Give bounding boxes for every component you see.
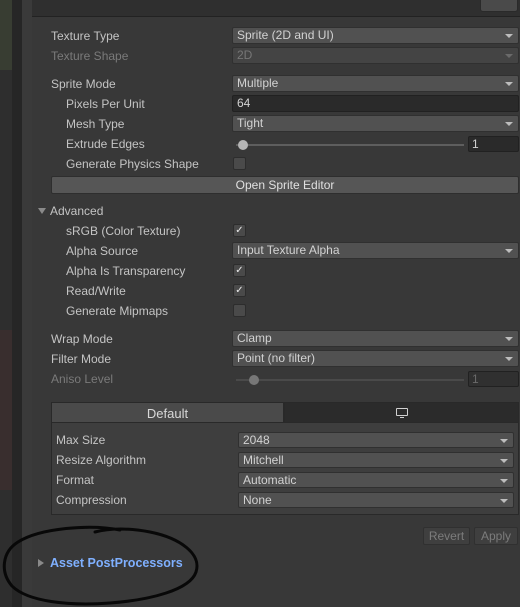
filter-mode-row: Filter Mode Point (no filter)	[0, 350, 520, 368]
sprite-mode-row: Sprite Mode Multiple	[0, 75, 520, 93]
sprite-mode-label: Sprite Mode	[51, 77, 116, 91]
chevron-down-icon	[500, 479, 508, 483]
alpha-source-dropdown[interactable]: Input Texture Alpha	[232, 242, 519, 259]
read-write-row: Read/Write ✓	[0, 282, 520, 300]
alpha-is-transparency-checkbox[interactable]: ✓	[233, 264, 246, 277]
inspector-header-strip	[32, 0, 520, 17]
max-size-row: Max Size 2048	[0, 431, 520, 449]
extrude-edges-field[interactable]: 1	[468, 136, 519, 152]
monitor-icon	[396, 408, 408, 416]
chevron-down-icon	[500, 459, 508, 463]
texture-type-row: Texture Type Sprite (2D and UI)	[0, 27, 520, 45]
chevron-down-icon	[505, 54, 513, 58]
texture-shape-dropdown: 2D	[232, 47, 519, 64]
alpha-source-value: Input Texture Alpha	[237, 243, 340, 257]
mesh-type-value: Tight	[237, 116, 264, 130]
advanced-foldout[interactable]: Advanced	[38, 202, 103, 220]
aniso-level-slider-handle	[249, 375, 260, 385]
extrude-edges-row: Extrude Edges 1	[0, 135, 520, 153]
apply-button[interactable]: Apply	[474, 527, 518, 545]
pixels-per-unit-row: Pixels Per Unit 64	[0, 95, 520, 113]
alpha-source-label: Alpha Source	[66, 244, 139, 258]
resize-algorithm-value: Mitchell	[243, 453, 284, 467]
generate-mipmaps-checkbox[interactable]	[233, 304, 246, 317]
compression-value: None	[243, 493, 272, 507]
texture-type-dropdown[interactable]: Sprite (2D and UI)	[232, 27, 519, 44]
wrap-mode-row: Wrap Mode Clamp	[0, 330, 520, 348]
hand-drawn-circle-annotation	[2, 525, 199, 606]
max-size-value: 2048	[243, 433, 270, 447]
read-write-checkbox[interactable]: ✓	[233, 284, 246, 297]
aniso-level-slider	[236, 379, 464, 381]
texture-type-label: Texture Type	[51, 29, 120, 43]
filter-mode-value: Point (no filter)	[237, 351, 316, 365]
resize-algorithm-dropdown[interactable]: Mitchell	[238, 452, 514, 468]
mesh-type-row: Mesh Type Tight	[0, 115, 520, 133]
generate-physics-shape-label: Generate Physics Shape	[66, 157, 199, 171]
chevron-down-icon	[505, 337, 513, 341]
chevron-down-icon	[505, 34, 513, 38]
wrap-mode-label: Wrap Mode	[51, 332, 113, 346]
chevron-down-icon	[500, 499, 508, 503]
max-size-dropdown[interactable]: 2048	[238, 432, 514, 448]
generate-mipmaps-label: Generate Mipmaps	[66, 304, 169, 318]
mesh-type-dropdown[interactable]: Tight	[232, 115, 519, 132]
texture-shape-value: 2D	[237, 48, 253, 62]
generate-physics-shape-row: Generate Physics Shape	[0, 155, 520, 173]
max-size-label: Max Size	[56, 433, 106, 447]
filter-mode-label: Filter Mode	[51, 352, 112, 366]
header-button[interactable]	[480, 0, 518, 12]
chevron-down-icon	[500, 439, 508, 443]
srgb-checkbox[interactable]: ✓	[233, 224, 246, 237]
tab-default[interactable]: Default	[51, 402, 284, 423]
compression-dropdown[interactable]: None	[238, 492, 514, 508]
compression-label: Compression	[56, 493, 127, 507]
pixels-per-unit-label: Pixels Per Unit	[66, 97, 145, 111]
filter-mode-dropdown[interactable]: Point (no filter)	[232, 350, 519, 367]
foldout-expanded-icon	[38, 208, 46, 214]
mesh-type-label: Mesh Type	[66, 117, 125, 131]
chevron-down-icon	[505, 82, 513, 86]
srgb-row: sRGB (Color Texture) ✓	[0, 222, 520, 240]
alpha-source-row: Alpha Source Input Texture Alpha	[0, 242, 520, 260]
format-dropdown[interactable]: Automatic	[238, 472, 514, 488]
texture-type-value: Sprite (2D and UI)	[237, 28, 334, 42]
texture-shape-row: Texture Shape 2D	[0, 47, 520, 65]
compression-row: Compression None	[0, 491, 520, 509]
aniso-level-label: Aniso Level	[51, 372, 114, 386]
extrude-edges-label: Extrude Edges	[66, 137, 145, 151]
chevron-down-icon	[505, 357, 513, 361]
alpha-is-transparency-label: Alpha Is Transparency	[66, 264, 186, 278]
sprite-mode-value: Multiple	[237, 76, 279, 90]
extrude-edges-slider[interactable]	[236, 144, 464, 146]
monitor-stand	[400, 417, 404, 418]
advanced-title: Advanced	[50, 204, 104, 218]
format-row: Format Automatic	[0, 471, 520, 489]
chevron-down-icon	[505, 249, 513, 253]
format-label: Format	[56, 473, 95, 487]
generate-mipmaps-row: Generate Mipmaps	[0, 302, 520, 320]
wrap-mode-dropdown[interactable]: Clamp	[232, 330, 519, 347]
format-value: Automatic	[243, 473, 297, 487]
generate-physics-shape-checkbox[interactable]	[233, 157, 246, 170]
resize-algorithm-row: Resize Algorithm Mitchell	[0, 451, 520, 469]
srgb-label: sRGB (Color Texture)	[66, 224, 181, 238]
pixels-per-unit-field[interactable]: 64	[232, 95, 519, 112]
extrude-edges-slider-handle[interactable]	[237, 140, 248, 150]
aniso-level-field: 1	[468, 371, 519, 387]
texture-shape-label: Texture Shape	[51, 49, 129, 63]
wrap-mode-value: Clamp	[237, 331, 272, 345]
open-sprite-editor-button[interactable]: Open Sprite Editor	[51, 176, 519, 194]
resize-algorithm-label: Resize Algorithm	[56, 453, 147, 467]
chevron-down-icon	[505, 122, 513, 126]
aniso-level-row: Aniso Level 1	[0, 370, 520, 388]
read-write-label: Read/Write	[66, 284, 126, 298]
sprite-mode-dropdown[interactable]: Multiple	[232, 75, 519, 92]
tab-standalone[interactable]	[284, 402, 519, 423]
alpha-is-transparency-row: Alpha Is Transparency ✓	[0, 262, 520, 280]
revert-button[interactable]: Revert	[423, 527, 470, 545]
